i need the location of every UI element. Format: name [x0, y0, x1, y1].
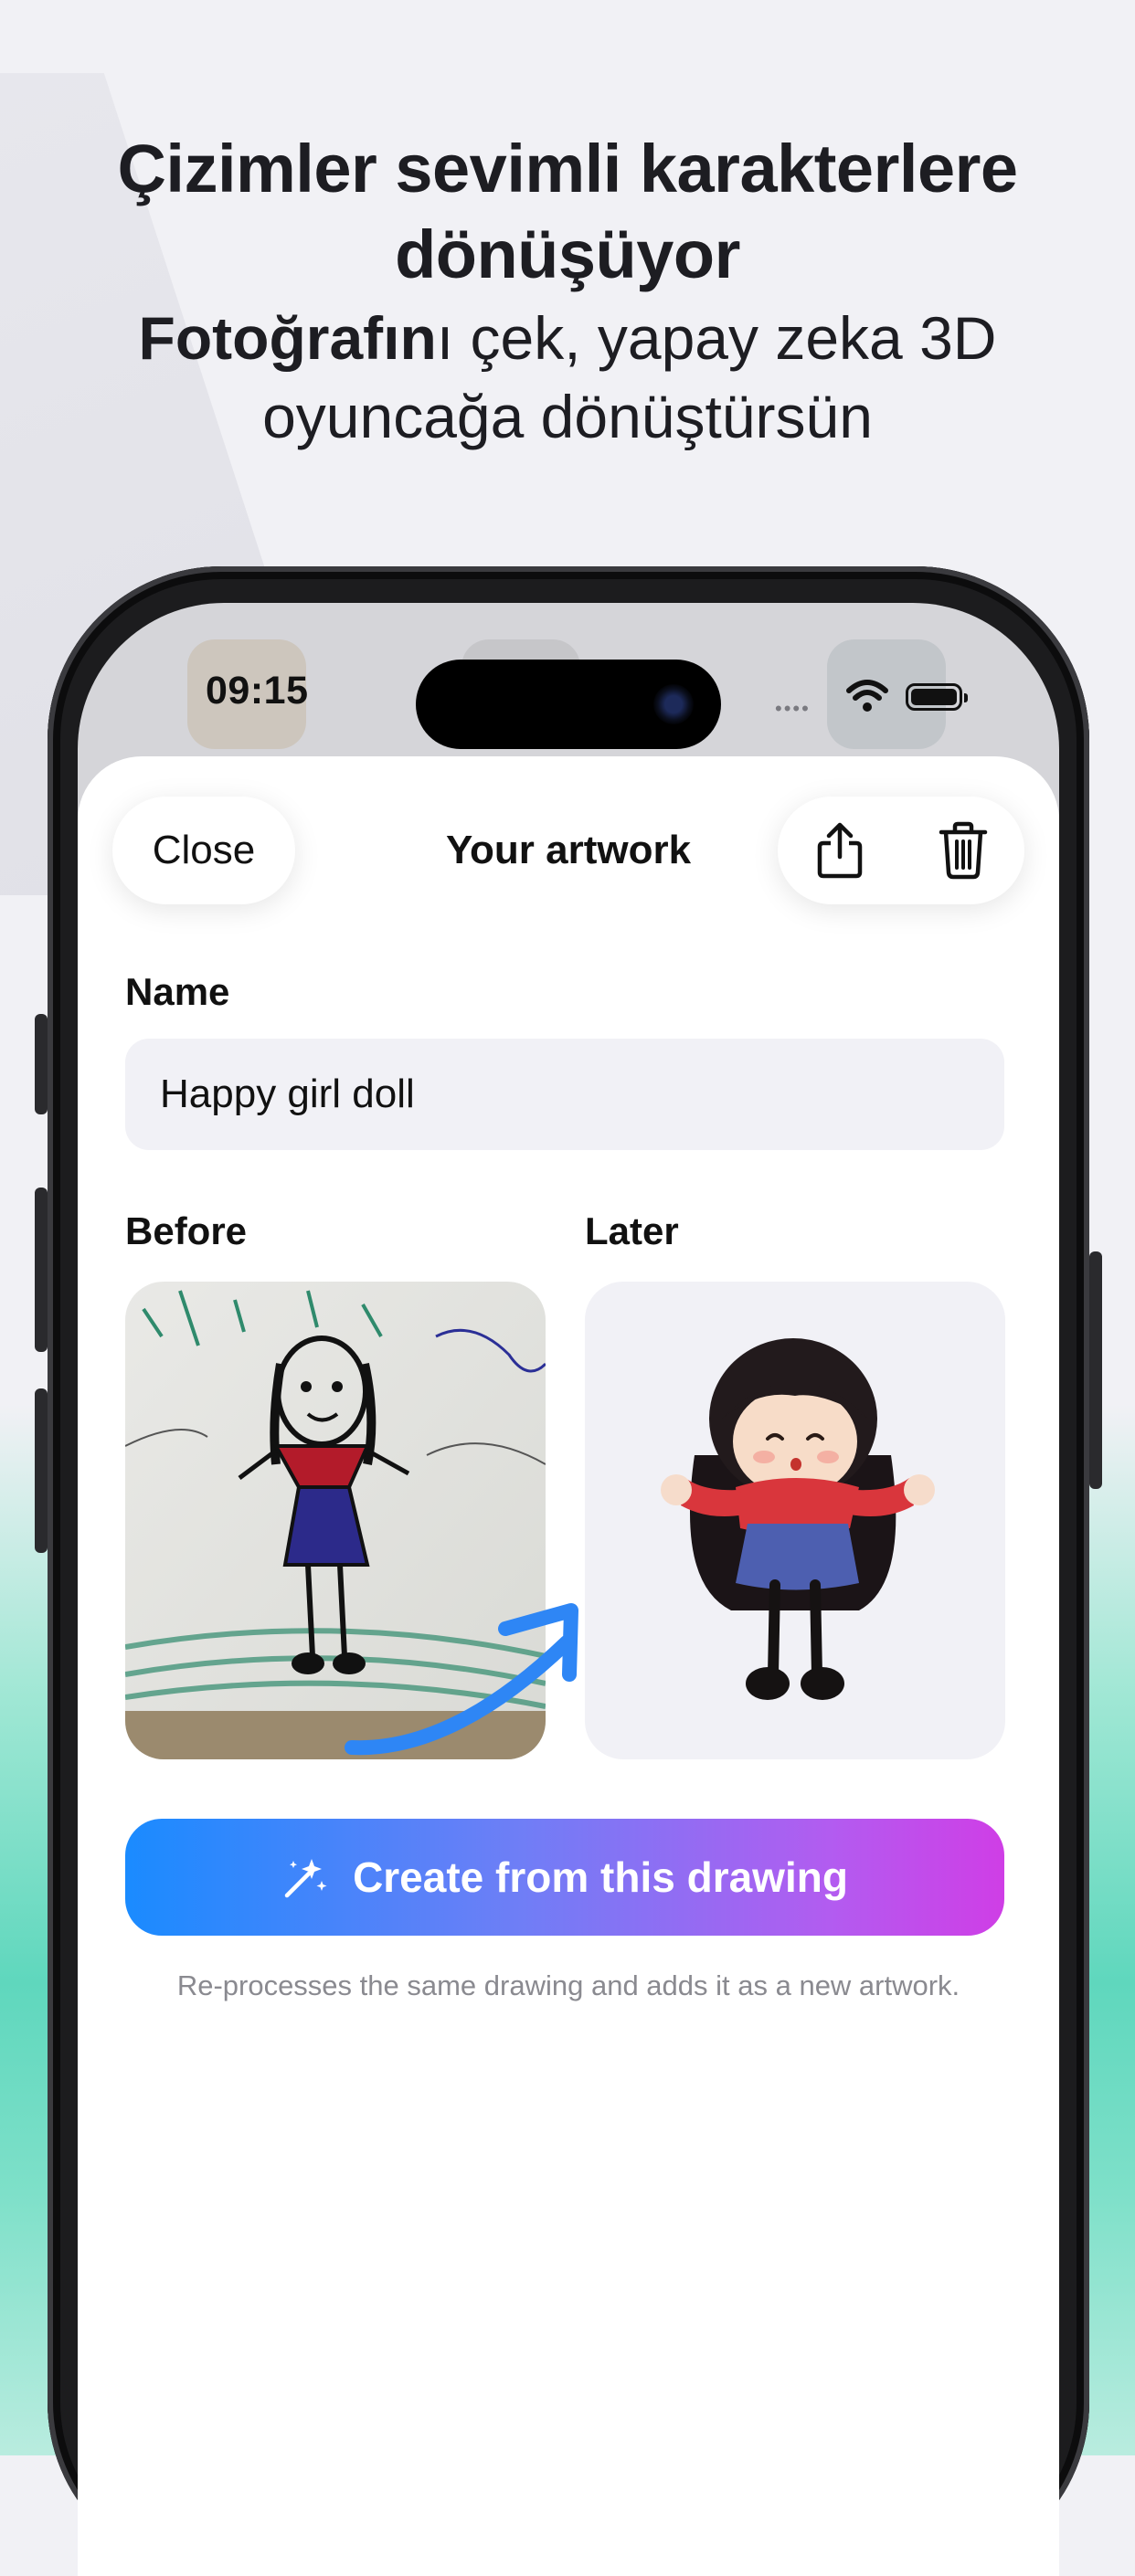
- marketing-headline: Çizimler sevimli karakterlere dönüşüyor …: [0, 126, 1135, 455]
- transform-arrow-icon: [345, 1603, 578, 1756]
- close-button[interactable]: Close: [112, 797, 295, 904]
- battery-icon: [906, 683, 968, 711]
- share-button[interactable]: [778, 797, 901, 904]
- subtitle-bold: Fotoğrafın: [138, 304, 437, 372]
- later-image-3d-doll: [585, 1282, 1005, 1759]
- cta-hint: Re-processes the same drawing and adds i…: [176, 1969, 960, 2001]
- dynamic-island: [416, 660, 721, 749]
- side-button-volume-down: [35, 1388, 48, 1553]
- headline-subtitle: Fotoğrafını çek, yapay zeka 3D: [0, 300, 1135, 376]
- before-label: Before: [125, 1209, 248, 1252]
- share-icon: [817, 822, 862, 879]
- cta-label: Create from this drawing: [353, 1853, 848, 1901]
- status-bar: 09:15 ••••: [78, 660, 1059, 749]
- side-button-action: [35, 1014, 48, 1114]
- front-camera: [653, 684, 694, 724]
- headline-subtitle-line-2: oyuncağa dönüştürsün: [262, 383, 873, 450]
- headline-line-2: dönüşüyor: [395, 216, 740, 292]
- side-button-power: [1089, 1251, 1102, 1489]
- phone-frame: 09:15 •••• Close Your artwork Name Happy…: [35, 566, 1102, 2576]
- sheet-header: Close Your artwork: [112, 797, 1024, 904]
- sheet-actions: [778, 797, 1024, 904]
- signal-icon: ••••: [775, 697, 811, 720]
- status-time: 09:15: [206, 669, 309, 713]
- name-label: Name: [125, 970, 230, 1013]
- create-from-drawing-button[interactable]: Create from this drawing: [125, 1819, 1004, 1936]
- delete-button[interactable]: [901, 797, 1024, 904]
- headline-line-1: Çizimler sevimli karakterlere: [117, 131, 1018, 206]
- trash-icon: [939, 821, 987, 880]
- artwork-sheet: Close Your artwork Name Happy girl doll …: [78, 756, 1059, 2576]
- later-label: Later: [585, 1209, 679, 1252]
- name-input[interactable]: [125, 1039, 1004, 1150]
- wifi-icon: [845, 678, 889, 719]
- magic-sparkles-icon: [284, 1859, 327, 1898]
- side-button-volume-up: [35, 1188, 48, 1352]
- phone-screen: 09:15 •••• Close Your artwork Name Happy…: [78, 603, 1059, 2576]
- subtitle-rest: ı çek, yapay zeka 3D: [436, 304, 997, 372]
